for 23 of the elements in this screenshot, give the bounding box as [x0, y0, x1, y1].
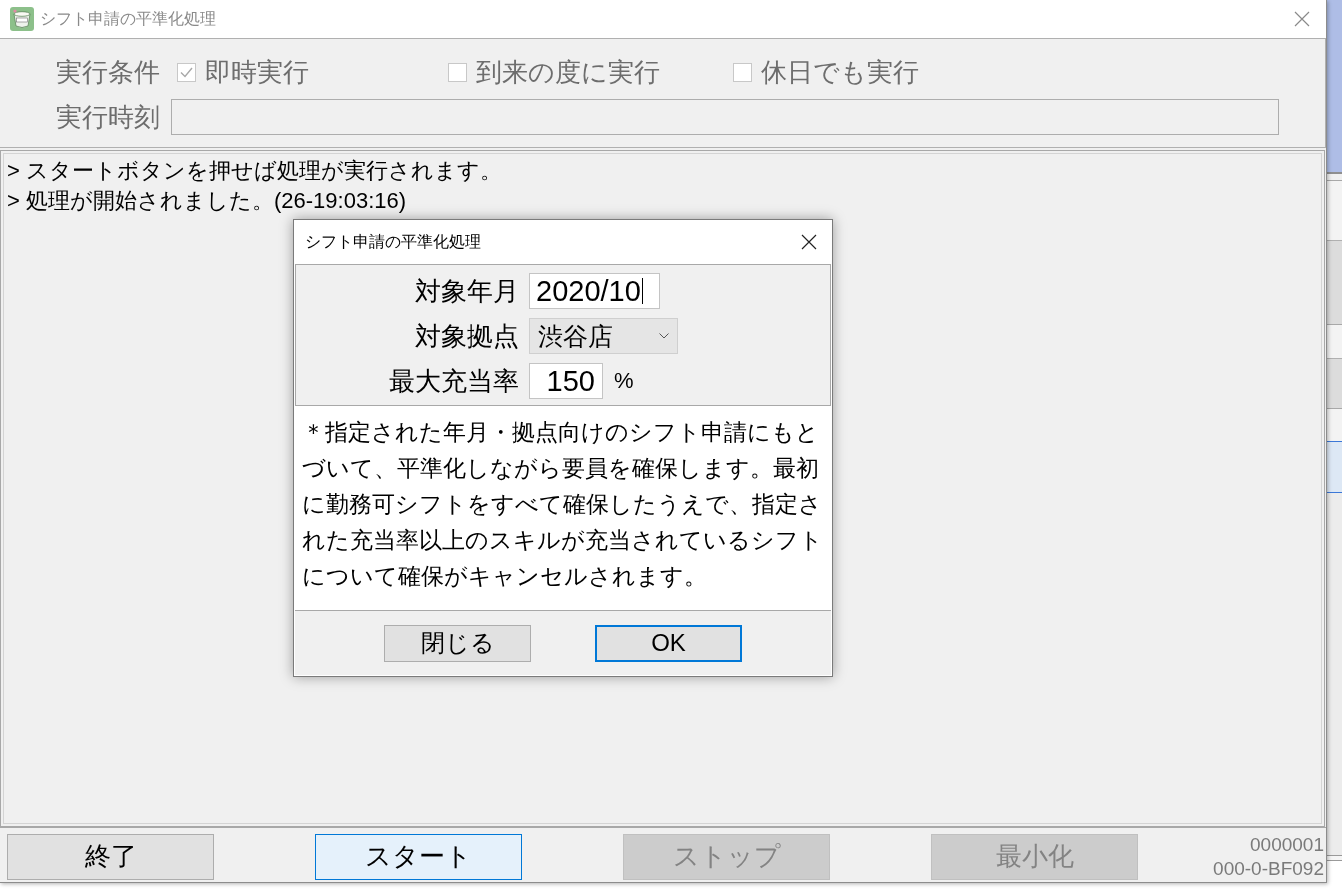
dialog-button[interactable]: OK: [595, 624, 742, 662]
field-label: 実行条件: [56, 55, 161, 89]
dialog-title: シフト申請の平準化処理: [305, 231, 481, 252]
close-icon: [1294, 11, 1310, 27]
close-icon: [801, 234, 817, 250]
dropdown[interactable]: 渋谷店: [529, 318, 678, 354]
field-label: 最大充当率: [389, 364, 519, 398]
dialog-button[interactable]: 閉じる: [384, 624, 531, 662]
cup-icon: [10, 7, 34, 31]
status-text: 0000001: [1250, 832, 1324, 857]
chevron-down-icon: [659, 333, 669, 339]
action-button[interactable]: 終了: [7, 833, 214, 880]
status-text: 000-0-BF092: [1213, 856, 1324, 881]
action-button[interactable]: スタート: [315, 833, 522, 880]
number-field[interactable]: 150: [529, 363, 603, 399]
log-line: > 処理が開始されました。(26-19:03:16): [7, 187, 407, 215]
field-label: 対象年月: [415, 274, 519, 308]
field-label: 実行時刻: [56, 100, 160, 134]
text-field[interactable]: 2020/10: [529, 273, 660, 309]
log-line: > スタートボタンを押せば処理が実行されます。: [7, 157, 502, 185]
unit-label: %: [614, 368, 634, 394]
field-label: 対象拠点: [415, 319, 519, 353]
window-title: シフト申請の平準化処理: [40, 8, 216, 29]
